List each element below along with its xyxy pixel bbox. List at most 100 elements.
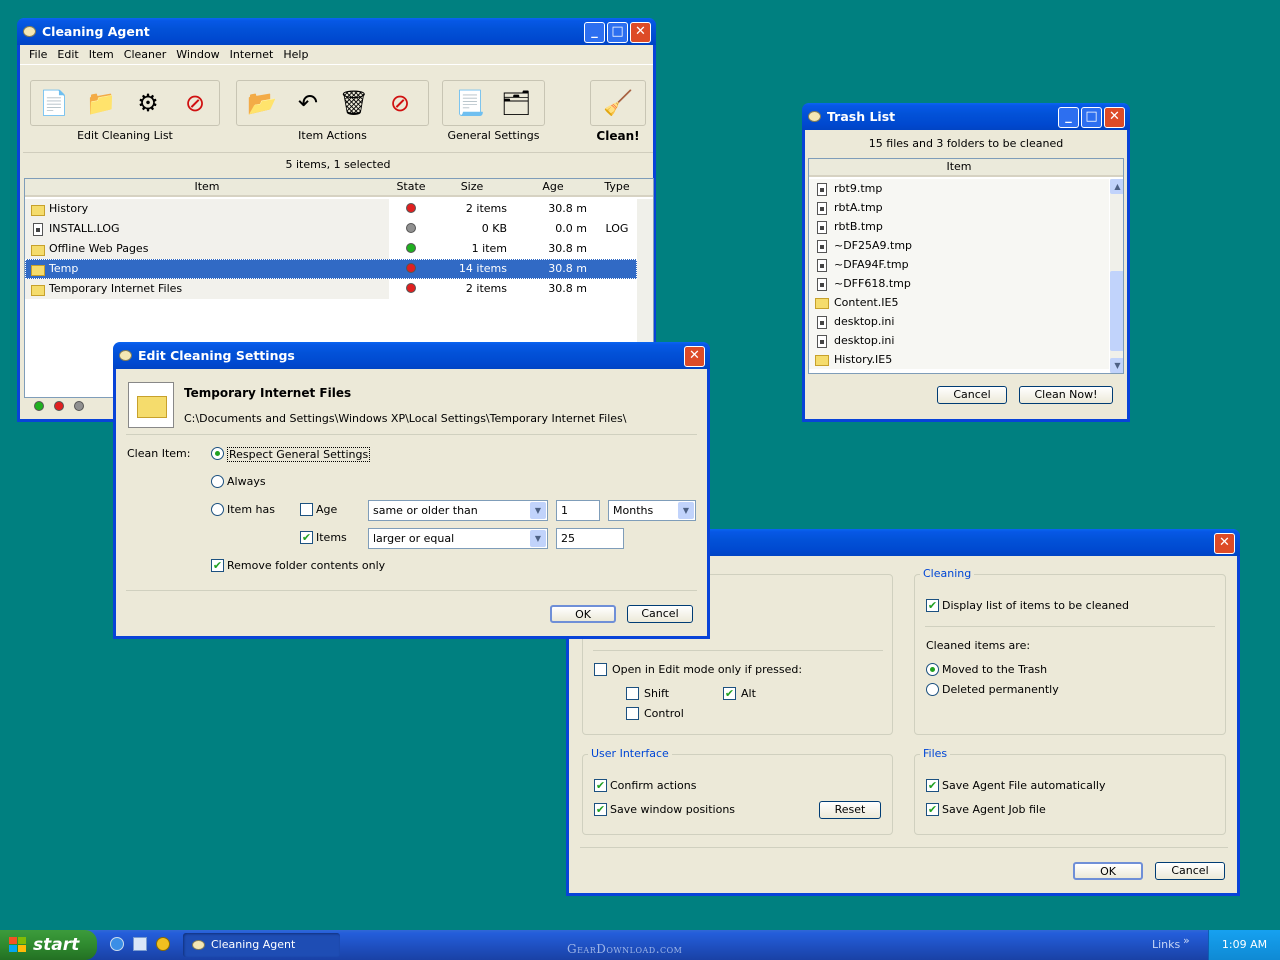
display-list-checkbox[interactable]: ✔ [926, 599, 939, 612]
document-settings-icon[interactable]: 📃 [453, 86, 487, 120]
menu-file[interactable]: File [24, 45, 52, 65]
trash-list-item[interactable]: desktop.ini [809, 312, 1109, 331]
chevron-down-icon[interactable]: ▼ [678, 502, 694, 519]
col-state[interactable]: State [389, 179, 433, 197]
delete-icon[interactable]: ⊘ [178, 86, 212, 120]
maximize-button[interactable]: □ [1081, 107, 1102, 128]
shift-checkbox[interactable] [626, 687, 639, 700]
trash-list-item[interactable]: ~DFA94F.tmp [809, 255, 1109, 274]
save-positions-checkbox[interactable]: ✔ [594, 803, 607, 816]
row-size: 0 KB [481, 222, 507, 235]
trash-list-item[interactable]: ~DFF618.tmp [809, 274, 1109, 293]
clock[interactable]: 1:09 AM [1222, 938, 1267, 951]
age-value-input[interactable]: 1 [556, 500, 600, 521]
restore-icon[interactable]: ↶ [291, 86, 325, 120]
new-folder-icon[interactable]: 📁 [84, 86, 118, 120]
menu-cleaner[interactable]: Cleaner [119, 45, 172, 65]
menu-internet[interactable]: Internet [225, 45, 279, 65]
table-row[interactable]: Offline Web Pages 1 item 30.8 m [25, 239, 637, 259]
items-checkbox[interactable]: ✔ [300, 531, 313, 544]
close-button[interactable]: ✕ [630, 22, 651, 43]
maximize-button[interactable]: □ [607, 22, 628, 43]
reset-button[interactable]: Reset [819, 801, 881, 819]
gear-icon[interactable]: ⚙ [131, 86, 165, 120]
toolbar-group-clean: 🧹 [590, 80, 646, 126]
moved-trash-radio[interactable] [926, 663, 939, 676]
trash-list-item[interactable]: rbt9.tmp [809, 179, 1109, 198]
menu-item[interactable]: Item [84, 45, 119, 65]
move-folder-icon[interactable]: 📂 [245, 86, 279, 120]
new-file-icon[interactable]: 📄 [37, 86, 71, 120]
remove-contents-checkbox[interactable]: ✔ [211, 559, 224, 572]
trash-list-item[interactable]: Content.IE5 [809, 293, 1109, 312]
edit-ok-button[interactable]: OK [550, 605, 616, 623]
age-unit-select[interactable]: Months ▼ [608, 500, 696, 521]
chevron-right-icon[interactable]: » [1183, 934, 1190, 947]
trash-icon[interactable]: 🗑 [337, 86, 371, 120]
save-agent-file-checkbox[interactable]: ✔ [926, 779, 939, 792]
scroll-down-icon[interactable]: ▼ [1110, 358, 1123, 373]
trash-titlebar[interactable]: Trash List _ □ ✕ [802, 103, 1130, 130]
control-checkbox[interactable] [626, 707, 639, 720]
menu-help[interactable]: Help [278, 45, 313, 65]
menu-window[interactable]: Window [171, 45, 224, 65]
scroll-thumb[interactable] [1110, 271, 1123, 351]
open-edit-checkbox[interactable] [594, 663, 607, 676]
always-radio[interactable] [211, 475, 224, 488]
clean-now-button[interactable]: Clean Now! [1019, 386, 1113, 404]
taskbar-item-cleaning-agent[interactable]: Cleaning Agent [183, 933, 340, 957]
trash-list-item[interactable]: rbtA.tmp [809, 198, 1109, 217]
scroll-up-icon[interactable]: ▲ [1110, 179, 1123, 194]
media-quicklaunch-icon[interactable] [156, 937, 170, 951]
cancel-icon[interactable]: ⊘ [383, 86, 417, 120]
file-icon [817, 258, 833, 272]
col-age[interactable]: Age [511, 179, 595, 197]
broom-icon[interactable]: 🧹 [601, 86, 635, 120]
alt-checkbox[interactable]: ✔ [723, 687, 736, 700]
clean-label[interactable]: Clean! [590, 129, 646, 143]
col-size[interactable]: Size [433, 179, 511, 197]
minimize-button[interactable]: _ [1058, 107, 1079, 128]
ie-quicklaunch-icon[interactable] [110, 937, 124, 951]
general-cancel-button[interactable]: Cancel [1155, 862, 1225, 880]
table-row[interactable]: Temporary Internet Files 2 items 30.8 m [25, 279, 637, 299]
general-ok-button[interactable]: OK [1073, 862, 1143, 880]
minimize-button[interactable]: _ [584, 22, 605, 43]
items-condition-select[interactable]: larger or equal ▼ [368, 528, 548, 549]
table-row-selected[interactable]: Temp 14 items 30.8 m [25, 259, 637, 279]
chevron-down-icon[interactable]: ▼ [530, 502, 546, 519]
trash-list-item[interactable]: ~DF25A9.tmp [809, 236, 1109, 255]
confirm-actions-checkbox[interactable]: ✔ [594, 779, 607, 792]
taskbar-item-label: Cleaning Agent [211, 938, 296, 951]
trash-list-item[interactable]: desktop.ini [809, 331, 1109, 350]
save-job-file-checkbox[interactable]: ✔ [926, 803, 939, 816]
table-row[interactable]: History 2 items 30.8 m [25, 199, 637, 219]
menu-edit[interactable]: Edit [52, 45, 83, 65]
age-condition-select[interactable]: same or older than ▼ [368, 500, 548, 521]
age-checkbox[interactable] [300, 503, 313, 516]
trash-list-item[interactable]: History.IE5 [809, 350, 1109, 369]
trash-scrollbar[interactable]: ▲ ▼ [1110, 179, 1123, 373]
close-button[interactable]: ✕ [1104, 107, 1125, 128]
trash-cancel-button[interactable]: Cancel [937, 386, 1007, 404]
respect-general-radio[interactable] [211, 447, 224, 460]
col-item[interactable]: Item [25, 179, 389, 197]
table-row[interactable]: INSTALL.LOG 0 KB 0.0 m LOG [25, 219, 637, 239]
close-button[interactable]: ✕ [1214, 533, 1235, 554]
chevron-down-icon[interactable]: ▼ [530, 530, 546, 547]
links-toolbar[interactable]: Links [1152, 938, 1180, 951]
trash-col-item[interactable]: Item [809, 159, 1109, 177]
folder-settings-icon[interactable]: 🗂 [499, 86, 533, 120]
desktop-quicklaunch-icon[interactable] [133, 937, 147, 951]
close-button[interactable]: ✕ [684, 346, 705, 367]
main-titlebar[interactable]: Cleaning Agent _ □ ✕ [17, 18, 656, 45]
edit-titlebar[interactable]: Edit Cleaning Settings ✕ [113, 342, 710, 369]
col-type[interactable]: Type [595, 179, 639, 197]
edit-cancel-button[interactable]: Cancel [627, 605, 693, 623]
row-name: History [49, 202, 89, 215]
deleted-permanently-radio[interactable] [926, 683, 939, 696]
item-has-radio[interactable] [211, 503, 224, 516]
start-button[interactable]: start [0, 930, 97, 960]
items-value-input[interactable]: 25 [556, 528, 624, 549]
trash-list-item[interactable]: rbtB.tmp [809, 217, 1109, 236]
